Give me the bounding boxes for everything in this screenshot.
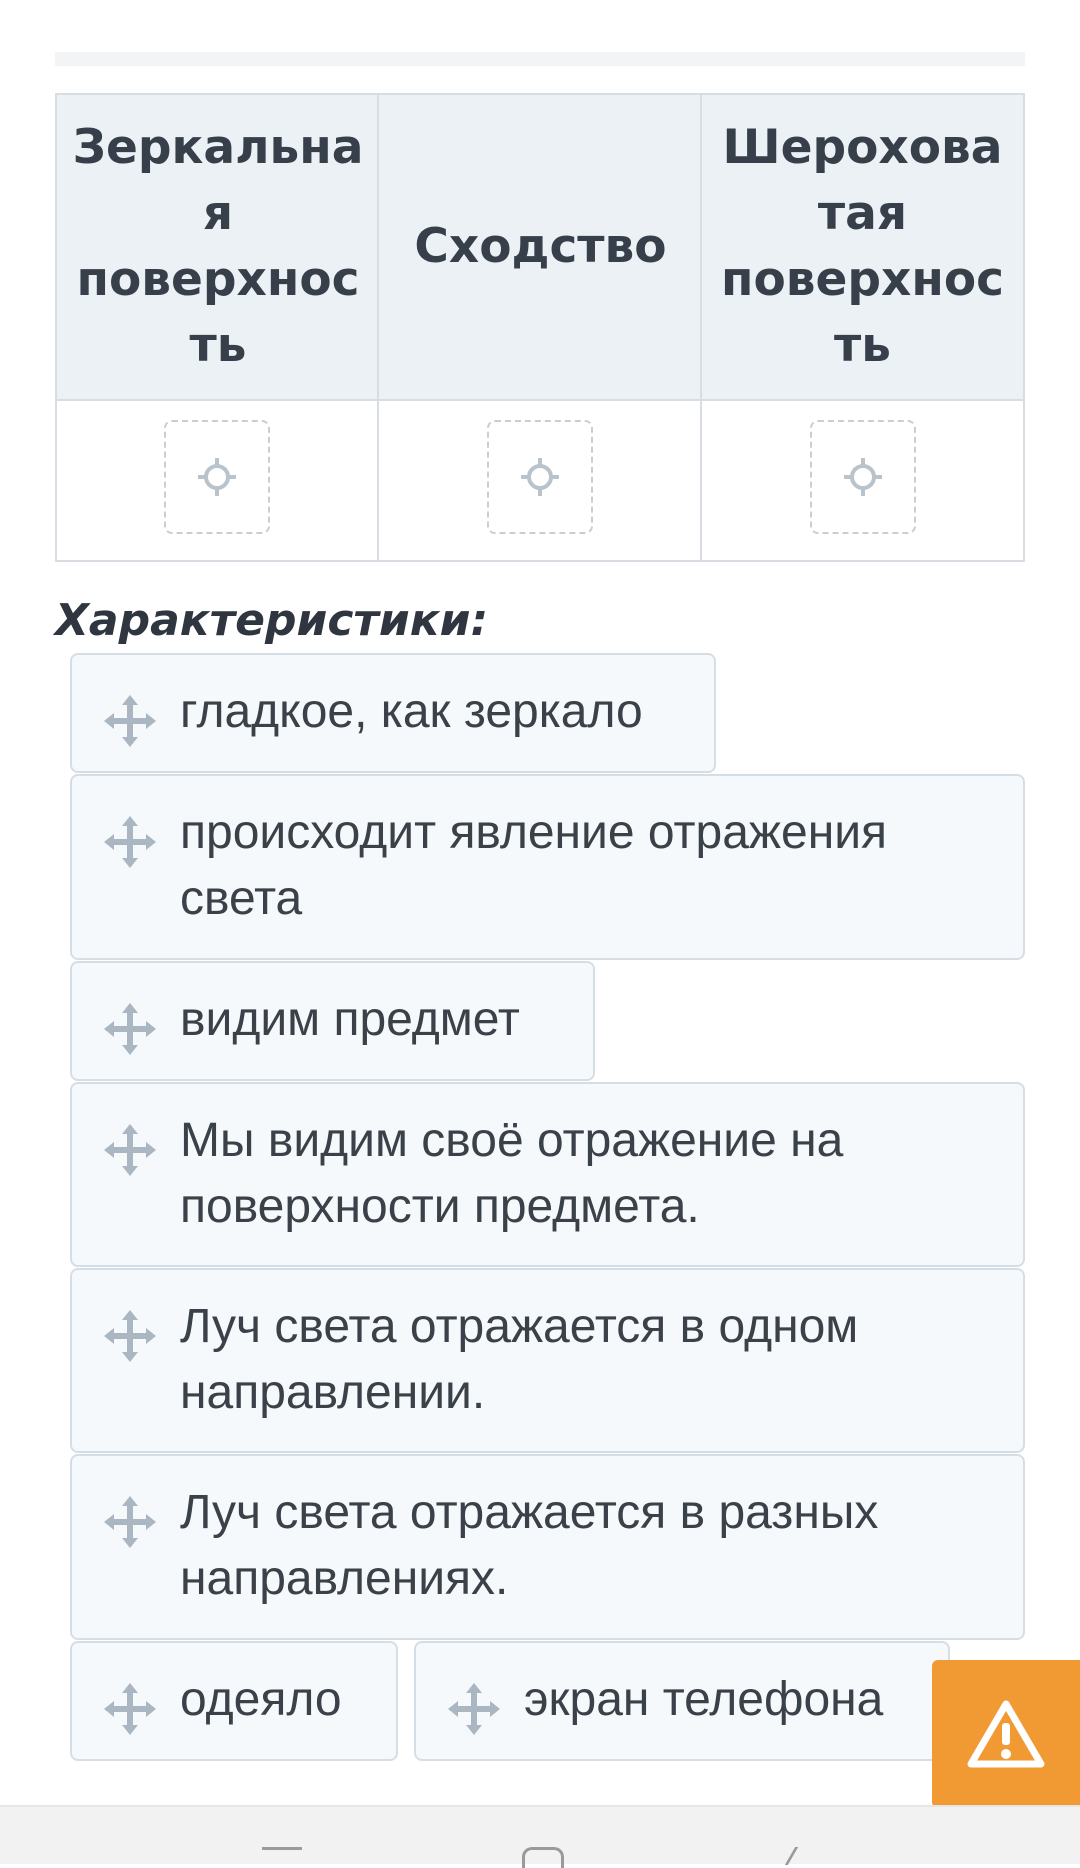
draggable-card[interactable]: гладкое, как зеркало bbox=[70, 653, 716, 773]
column-header-mirror-surface: Зеркальна я поверхнос ть bbox=[57, 95, 379, 399]
drop-zone-mirror-surface[interactable] bbox=[164, 420, 270, 534]
card-text: Мы видим своё отражение на поверхности п… bbox=[180, 1114, 844, 1233]
crosshair-icon bbox=[844, 458, 882, 496]
section-title: Характеристики: bbox=[55, 595, 489, 646]
card-text: Луч света отражается в одном направлении… bbox=[180, 1300, 859, 1419]
move-icon bbox=[104, 1124, 156, 1176]
move-icon bbox=[104, 1496, 156, 1548]
home-icon[interactable] bbox=[522, 1847, 564, 1868]
card-text: экран телефона bbox=[524, 1673, 884, 1726]
move-icon bbox=[104, 1310, 156, 1362]
draggable-card[interactable]: одеяло bbox=[70, 1641, 398, 1761]
draggable-card[interactable]: видим предмет bbox=[70, 961, 595, 1081]
card-text: Луч света отражается в разных направлени… bbox=[180, 1486, 879, 1605]
column-header-rough-surface: Шерохова тая поверхнос ть bbox=[702, 95, 1023, 399]
draggable-card[interactable]: Мы видим своё отражение на поверхности п… bbox=[70, 1082, 1025, 1267]
column-divider bbox=[700, 95, 702, 560]
crosshair-icon bbox=[198, 458, 236, 496]
back-icon[interactable] bbox=[784, 1847, 817, 1865]
draggable-card[interactable]: Луч света отражается в одном направлении… bbox=[70, 1268, 1025, 1453]
move-icon bbox=[104, 695, 156, 747]
draggable-card[interactable]: экран телефона bbox=[414, 1641, 950, 1761]
card-text: одеяло bbox=[180, 1673, 342, 1726]
top-divider bbox=[55, 52, 1025, 66]
move-icon bbox=[104, 1003, 156, 1055]
column-divider bbox=[377, 95, 379, 560]
move-icon bbox=[448, 1683, 500, 1735]
move-icon bbox=[104, 1683, 156, 1735]
drop-zone-rough-surface[interactable] bbox=[810, 420, 916, 534]
header-line: я bbox=[202, 186, 234, 241]
header-line: Шерохова bbox=[722, 120, 1003, 175]
drop-zone-similarity[interactable] bbox=[487, 420, 593, 534]
warning-icon bbox=[967, 1700, 1045, 1768]
header-line: поверхнос bbox=[721, 252, 1004, 307]
header-line: поверхнос bbox=[76, 252, 360, 307]
column-header-similarity: Сходство bbox=[379, 95, 702, 399]
recent-apps-icon[interactable] bbox=[262, 1847, 302, 1868]
header-line: Зеркальна bbox=[72, 120, 364, 175]
header-line: ть bbox=[834, 318, 891, 373]
draggable-card[interactable]: происходит явление отражения света bbox=[70, 774, 1025, 960]
card-text: видим предмет bbox=[180, 993, 520, 1046]
header-line: ть bbox=[189, 318, 247, 373]
crosshair-icon bbox=[521, 458, 559, 496]
row-divider bbox=[57, 399, 1023, 401]
system-navigation-bar bbox=[0, 1805, 1080, 1868]
sorting-table: Зеркальна я поверхнос ть Сходство Шерохо… bbox=[55, 93, 1025, 562]
report-issue-button[interactable] bbox=[932, 1660, 1080, 1808]
header-line: тая bbox=[817, 186, 908, 241]
card-text: гладкое, как зеркало bbox=[180, 685, 643, 738]
card-text: происходит явление отражения света bbox=[180, 806, 888, 925]
header-line: Сходство bbox=[414, 219, 667, 274]
move-icon bbox=[104, 816, 156, 868]
draggable-card[interactable]: Луч света отражается в разных направлени… bbox=[70, 1454, 1025, 1640]
